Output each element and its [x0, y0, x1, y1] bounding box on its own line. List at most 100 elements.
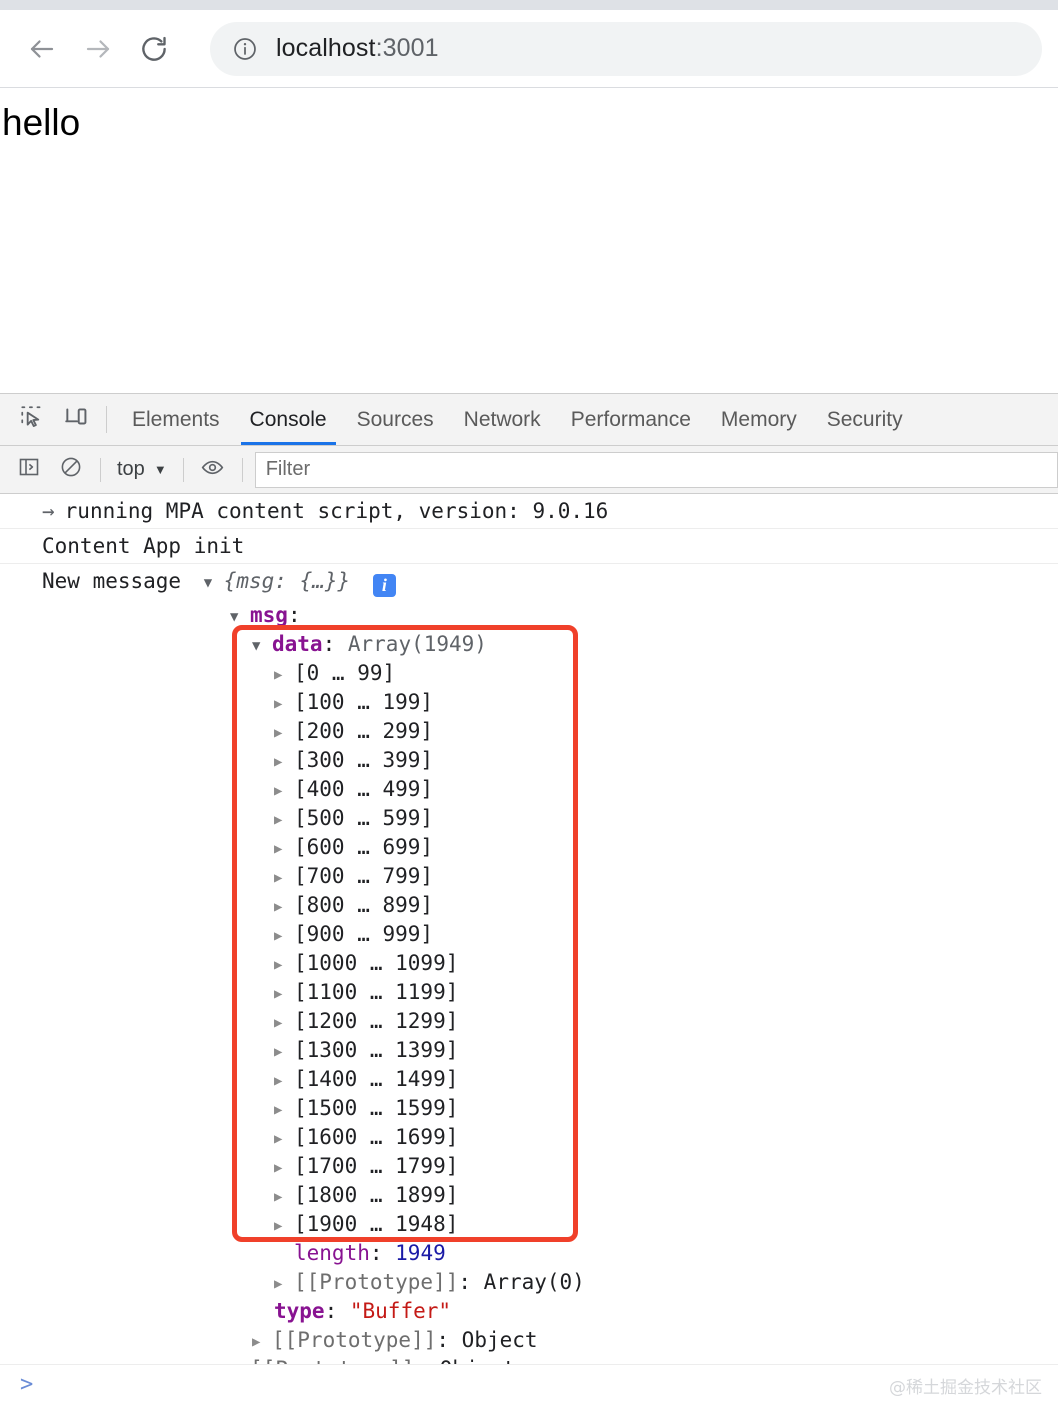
disclosure-triangle-icon[interactable]: ▶ [274, 1009, 285, 1038]
disclosure-triangle-icon[interactable]: ▼ [204, 575, 215, 591]
disclosure-triangle-icon[interactable]: ▶ [252, 1328, 263, 1357]
disclosure-triangle-icon[interactable]: ▶ [274, 980, 285, 1009]
tree-row-array-bucket[interactable]: ▶ [700 … 799] [42, 862, 1058, 891]
disclosure-triangle-icon[interactable]: ▶ [274, 1183, 285, 1212]
tree-row-length[interactable]: length: 1949 [42, 1239, 1058, 1268]
browser-tabstrip [0, 0, 1058, 10]
tab-label: Security [826, 407, 903, 431]
tree-row-array-bucket[interactable]: ▶ [900 … 999] [42, 920, 1058, 949]
disclosure-triangle-icon[interactable]: ▼ [252, 632, 263, 661]
arrow-left-icon [27, 34, 57, 64]
tree-row-array-bucket[interactable]: ▶ [1700 … 1799] [42, 1152, 1058, 1181]
tree-row-root-prototype[interactable]: ▶[[Prototype]]: Object [42, 1355, 1058, 1364]
console-message-object[interactable]: New message ▼ {msg: {…}} i ▼ msg: ▼ data: A… [0, 564, 1058, 1364]
device-toolbar-button[interactable] [54, 394, 98, 445]
disclosure-triangle-icon[interactable]: ▶ [274, 1154, 285, 1183]
disclosure-triangle-icon[interactable]: ▶ [274, 1067, 285, 1096]
console-sidebar-icon [17, 455, 41, 484]
disclosure-triangle-icon[interactable]: ▶ [274, 1270, 285, 1299]
inspect-element-icon [19, 404, 45, 435]
live-expression-button[interactable] [192, 450, 234, 490]
tab-console[interactable]: Console [235, 394, 342, 445]
back-button[interactable] [16, 23, 68, 75]
array-bucket-label: [500 … 599] [294, 806, 434, 830]
property-value: "Buffer" [349, 1299, 452, 1323]
tree-row-array-bucket[interactable]: ▶ [1100 … 1199] [42, 978, 1058, 1007]
message-text: running MPA content script, version: 9.0… [64, 499, 609, 523]
toolbar-divider [100, 457, 101, 482]
tab-label: Sources [356, 407, 434, 431]
tree-row-array-bucket[interactable]: ▶ [1300 … 1399] [42, 1036, 1058, 1065]
tree-row-array-bucket[interactable]: ▶ [1600 … 1699] [42, 1123, 1058, 1152]
tree-row-array-bucket[interactable]: ▶ [400 … 499] [42, 775, 1058, 804]
tree-row-data[interactable]: ▼ data: Array(1949) [42, 630, 1058, 659]
console-output[interactable]: → running MPA content script, version: 9.… [0, 494, 1058, 1364]
disclosure-triangle-icon[interactable]: ▶ [274, 1096, 285, 1125]
disclosure-triangle-icon[interactable]: ▶ [274, 835, 285, 864]
disclosure-triangle-icon[interactable]: ▶ [274, 1212, 285, 1241]
tree-row-array-bucket[interactable]: ▶ [1400 … 1499] [42, 1065, 1058, 1094]
tab-network[interactable]: Network [449, 394, 556, 445]
tree-row-array-bucket[interactable]: ▶ [1800 … 1899] [42, 1181, 1058, 1210]
tree-row-array-bucket[interactable]: ▶ [600 … 699] [42, 833, 1058, 862]
tree-row-array-bucket[interactable]: ▶ [1200 … 1299] [42, 1007, 1058, 1036]
prompt-chevron-icon: > [20, 1372, 34, 1397]
tab-elements[interactable]: Elements [117, 394, 235, 445]
tree-row-array-bucket[interactable]: ▶ [1500 … 1599] [42, 1094, 1058, 1123]
disclosure-triangle-icon[interactable]: ▶ [274, 690, 285, 719]
tree-row-array-bucket[interactable]: ▶ [300 … 399] [42, 746, 1058, 775]
tree-row-msg[interactable]: ▼ msg: [42, 601, 1058, 630]
console-sidebar-button[interactable] [8, 450, 50, 490]
disclosure-triangle-icon[interactable]: ▶ [274, 922, 285, 951]
disclosure-triangle-icon[interactable]: ▶ [274, 777, 285, 806]
array-bucket-label: [1100 … 1199] [294, 980, 459, 1004]
disclosure-triangle-icon[interactable]: ▼ [230, 603, 241, 632]
disclosure-triangle-icon[interactable]: ▶ [274, 1125, 285, 1154]
inspect-element-button[interactable] [10, 394, 54, 445]
tab-sources[interactable]: Sources [342, 394, 449, 445]
tree-row-object-prototype[interactable]: ▶ [[Prototype]]: Object [42, 1326, 1058, 1355]
tree-row-array-bucket[interactable]: ▶ [500 … 599] [42, 804, 1058, 833]
tree-row-array-bucket[interactable]: ▶ [200 … 299] [42, 717, 1058, 746]
tab-memory[interactable]: Memory [706, 394, 812, 445]
property-value: Object [440, 1357, 516, 1364]
address-bar[interactable]: localhost:3001 [210, 21, 1042, 76]
tab-performance[interactable]: Performance [556, 394, 706, 445]
disclosure-triangle-icon[interactable]: ▶ [274, 661, 285, 690]
console-message[interactable]: Content App init [0, 529, 1058, 564]
execution-context-dropdown[interactable]: top ▼ [109, 458, 175, 481]
array-bucket-label: [400 … 499] [294, 777, 434, 801]
tree-row-array-prototype[interactable]: ▶ [[Prototype]]: Array(0) [42, 1268, 1058, 1297]
array-bucket-label: [1000 … 1099] [294, 951, 459, 975]
tree-row-array-bucket[interactable]: ▶ [100 … 199] [42, 688, 1058, 717]
reload-button[interactable] [128, 23, 180, 75]
page-body-text: hello [2, 102, 81, 143]
disclosure-triangle-icon[interactable]: ▶ [274, 951, 285, 980]
property-value: Array(0) [483, 1270, 585, 1294]
tab-security[interactable]: Security [812, 394, 918, 445]
tree-row-array-bucket[interactable]: ▶ [1900 … 1948] [42, 1210, 1058, 1239]
clear-console-button[interactable] [50, 450, 92, 490]
address-bar-host: localhost [276, 34, 376, 62]
tree-row-type[interactable]: type: "Buffer" [42, 1297, 1058, 1326]
console-message[interactable]: → running MPA content script, version: 9.… [0, 494, 1058, 529]
disclosure-triangle-icon[interactable]: ▶ [274, 719, 285, 748]
console-filter-input[interactable]: Filter [254, 451, 1058, 488]
tree-row-array-bucket[interactable]: ▶ [0 … 99] [42, 659, 1058, 688]
console-toolbar: top ▼ Filter [0, 446, 1058, 494]
disclosure-triangle-icon[interactable]: ▶ [230, 1357, 241, 1364]
info-circle-icon[interactable] [232, 36, 258, 62]
disclosure-triangle-icon[interactable]: ▶ [274, 893, 285, 922]
disclosure-triangle-icon[interactable]: ▶ [274, 1038, 285, 1067]
tree-row-array-bucket[interactable]: ▶ [1000 … 1099] [42, 949, 1058, 978]
disclosure-triangle-icon[interactable]: ▶ [274, 806, 285, 835]
array-bucket-label: [1300 … 1399] [294, 1038, 459, 1062]
clear-console-icon [59, 455, 83, 484]
property-value: Object [461, 1328, 538, 1352]
info-badge-icon[interactable]: i [372, 574, 396, 597]
disclosure-triangle-icon[interactable]: ▶ [274, 748, 285, 777]
tree-row-array-bucket[interactable]: ▶ [800 … 899] [42, 891, 1058, 920]
browser-navigation-bar: localhost:3001 [0, 10, 1058, 87]
disclosure-triangle-icon[interactable]: ▶ [274, 864, 285, 893]
forward-button[interactable] [72, 23, 124, 75]
